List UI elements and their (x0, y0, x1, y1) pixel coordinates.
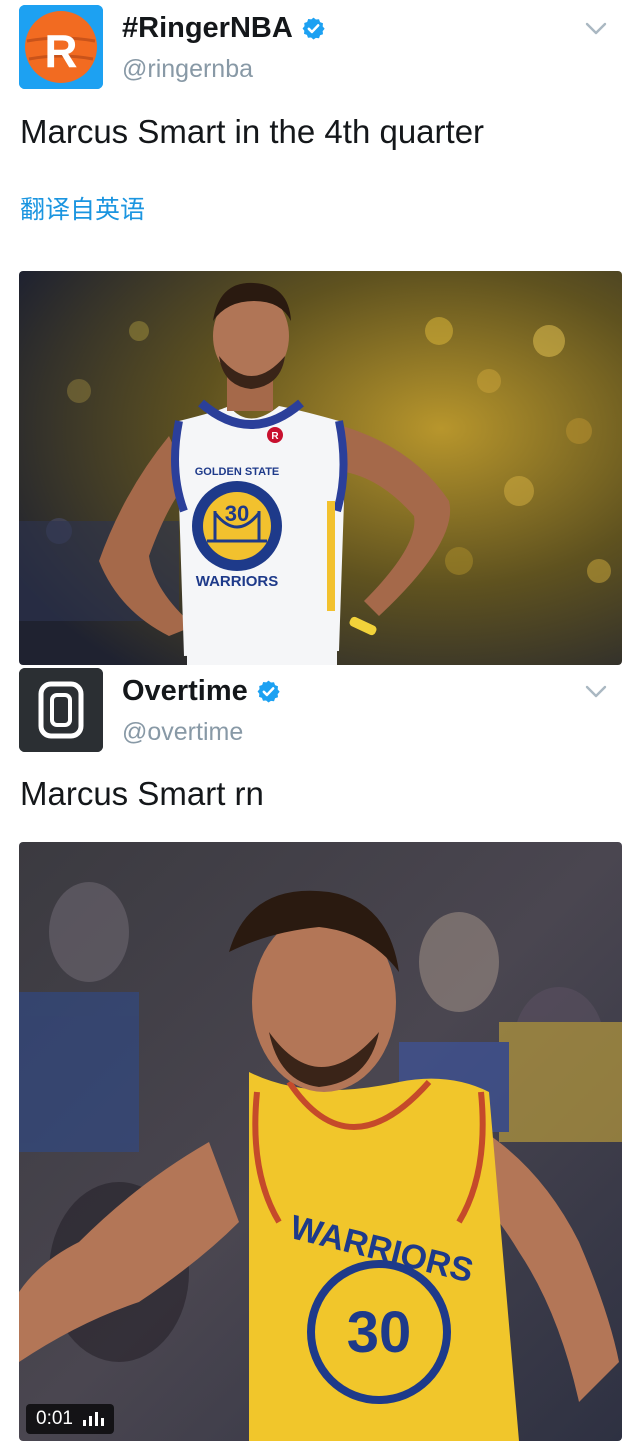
svg-text:WARRIORS: WARRIORS (196, 573, 279, 590)
chevron-down-icon[interactable] (585, 22, 607, 36)
player-photo: 30 GOLDEN STATE WARRIORS R (19, 271, 622, 665)
svg-text:GOLDEN STATE: GOLDEN STATE (195, 466, 280, 478)
author-name-row[interactable]: #RingerNBA (122, 12, 326, 45)
video-timestamp-badge: 0:01 (26, 1404, 114, 1434)
display-name[interactable]: #RingerNBA (122, 12, 293, 45)
author-name-row[interactable]: Overtime (122, 675, 281, 708)
tweet-text: Marcus Smart rn (20, 775, 264, 812)
svg-text:30: 30 (225, 501, 249, 526)
video-time: 0:01 (36, 1408, 73, 1429)
avatar-overtime[interactable] (19, 668, 103, 752)
handle[interactable]: @overtime (122, 718, 243, 747)
svg-text:R: R (271, 431, 279, 442)
overtime-logo (19, 668, 103, 752)
tweet-photo[interactable]: 30 GOLDEN STATE WARRIORS R (19, 271, 622, 665)
translate-link[interactable]: 翻译自英语 (20, 190, 145, 226)
avatar-ringernba[interactable]: R (19, 5, 103, 89)
verified-badge-icon (257, 680, 280, 703)
handle[interactable]: @ringernba (122, 55, 253, 84)
player-video-frame: 30 WARRIORS (19, 842, 622, 1441)
volume-bars-icon[interactable] (82, 1412, 104, 1426)
tweet-text: Marcus Smart in the 4th quarter (20, 113, 485, 150)
chevron-down-icon[interactable] (585, 685, 607, 699)
svg-text:R: R (44, 25, 77, 77)
display-name[interactable]: Overtime (122, 675, 248, 708)
tweet-video[interactable]: 30 WARRIORS (19, 842, 622, 1441)
verified-badge-icon (302, 17, 325, 40)
ringer-logo: R (19, 5, 103, 89)
svg-text:30: 30 (347, 1300, 412, 1365)
